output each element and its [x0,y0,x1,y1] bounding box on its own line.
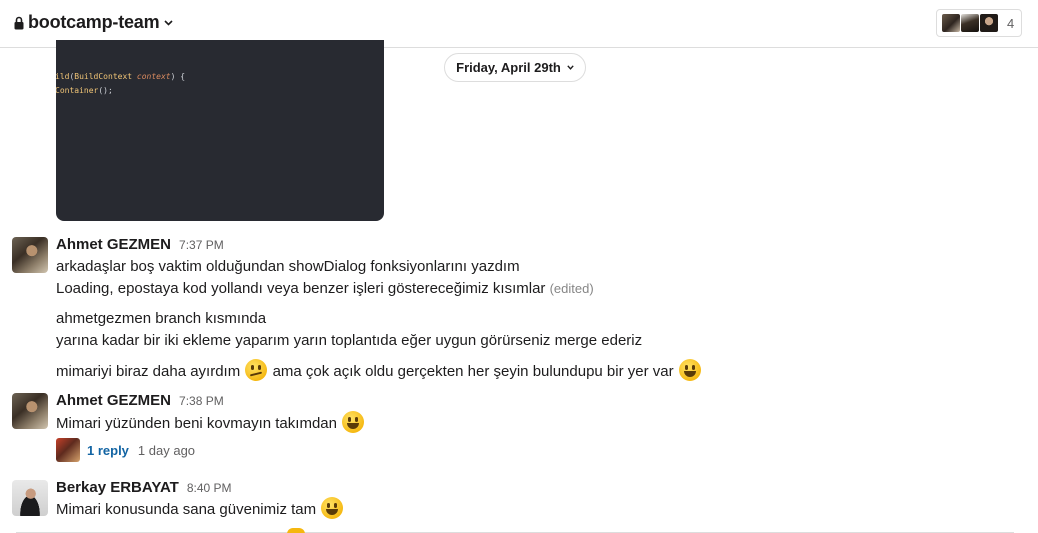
reply-avatar [56,438,80,462]
avatar[interactable] [12,393,48,429]
smile-emoji-icon [678,359,701,381]
author-name[interactable]: Berkay ERBAYAT [56,479,179,496]
timestamp[interactable]: 7:37 PM [179,238,224,252]
last-reply-time: 1 day ago [137,442,196,458]
code-line: ild(BuildContext context) { [56,72,186,81]
date-divider-button[interactable]: Friday, April 29th [444,53,586,82]
edited-label: (edited) [549,281,594,296]
lock-icon [14,16,24,29]
message-text: ahmetgezmen branch kısmında [56,310,267,327]
avatar[interactable] [12,237,48,273]
channel-title: bootcamp-team [28,12,160,32]
message-header: Ahmet GEZMEN 7:37 PM [56,236,224,253]
member-count: 4 [1007,15,1015,31]
reply-count-link[interactable]: 1 reply [87,443,129,458]
confused-face-icon [245,359,268,381]
date-label: Friday, April 29th [456,60,561,75]
author-name[interactable]: Ahmet GEZMEN [56,392,171,409]
message: Berkay ERBAYAT 8:40 PM Mimari konusunda … [0,479,1038,527]
member-avatar [941,13,961,33]
message-text: arkadaşlar boş vaktim olduğundan showDia… [56,258,520,275]
code-screenshot-attachment[interactable]: ild(BuildContext context) { Container(); [56,40,384,221]
message-header: Ahmet GEZMEN 7:38 PM [56,392,224,409]
thread-summary[interactable]: 1 reply 1 day ago [56,438,195,462]
member-list-button[interactable]: 4 [936,9,1022,37]
message-text: Mimari konusunda sana güvenimiz tam [56,497,344,521]
member-avatar [979,13,999,33]
message: Ahmet GEZMEN 7:37 PM arkadaşlar boş vakt… [0,236,1038,386]
author-name[interactable]: Ahmet GEZMEN [56,236,171,253]
code-line: Container(); [56,86,113,95]
message-text: Mimari yüzünden beni kovmayın takımdan [56,411,365,435]
reaction-peek-icon [287,528,305,533]
chevron-down-icon [567,65,574,70]
avatar[interactable] [12,480,48,516]
smile-emoji-icon [342,411,365,433]
timestamp[interactable]: 8:40 PM [187,481,232,495]
chevron-down-icon [164,19,173,26]
member-avatar [960,13,980,33]
channel-name-button[interactable]: bootcamp-team [14,12,173,33]
message-header: Berkay ERBAYAT 8:40 PM [56,479,232,496]
smile-emoji-icon [321,497,344,519]
message-text: mimariyi biraz daha ayırdım ama çok açık… [56,359,702,383]
message: Ahmet GEZMEN 7:38 PM Mimari yüzünden ben… [0,392,1038,467]
message-text: Loading, epostaya kod yollandı veya benz… [56,280,594,297]
timestamp[interactable]: 7:38 PM [179,394,224,408]
message-text: yarına kadar bir iki ekleme yaparım yarı… [56,332,643,349]
